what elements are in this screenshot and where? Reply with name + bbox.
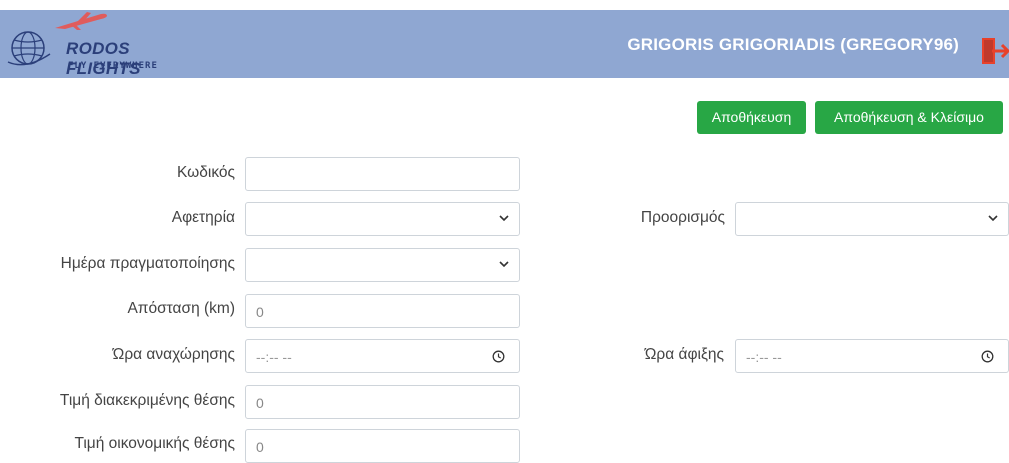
day-label: Ημέρα πραγματοποίησης bbox=[60, 255, 235, 272]
distance-label: Απόσταση (km) bbox=[127, 300, 235, 317]
economy-price-value: 0 bbox=[256, 439, 264, 455]
departure-select[interactable] bbox=[245, 202, 520, 236]
departure-time-label: Ώρα αναχώρησης bbox=[112, 346, 235, 363]
chevron-down-icon bbox=[988, 215, 998, 222]
brand-logo[interactable]: RODOS FLIGHTS FLY EVERYWHERE bbox=[6, 10, 206, 78]
destination-select[interactable] bbox=[735, 202, 1009, 236]
brand-tagline: FLY EVERYWHERE bbox=[68, 61, 158, 71]
globe-icon bbox=[7, 31, 51, 66]
economy-price-label: Τιμή οικονομικής θέσης bbox=[74, 435, 235, 452]
save-and-close-button[interactable]: Αποθήκευση & Κλείσιμο bbox=[815, 101, 1003, 134]
app-header: RODOS FLIGHTS FLY EVERYWHERE GRIGORIS GR… bbox=[0, 10, 1009, 78]
airplane-icon bbox=[55, 12, 107, 30]
brand-name: RODOS FLIGHTS bbox=[66, 39, 141, 78]
distance-input[interactable]: 0 bbox=[245, 294, 520, 328]
economy-price-input[interactable]: 0 bbox=[245, 429, 520, 463]
arrival-time-label: Ώρα άφιξης bbox=[644, 346, 724, 363]
logout-icon[interactable] bbox=[978, 36, 1009, 66]
save-button[interactable]: Αποθήκευση bbox=[697, 101, 806, 134]
chevron-down-icon bbox=[499, 215, 509, 222]
business-price-value: 0 bbox=[256, 395, 264, 411]
clock-icon[interactable] bbox=[492, 350, 505, 363]
clock-icon[interactable] bbox=[981, 350, 994, 363]
business-price-label: Τιμή διακεκριμένης θέσης bbox=[59, 392, 235, 409]
destination-label: Προορισμός bbox=[640, 209, 725, 226]
code-input[interactable] bbox=[245, 157, 520, 191]
business-price-input[interactable]: 0 bbox=[245, 385, 520, 419]
distance-value: 0 bbox=[256, 304, 264, 320]
departure-label: Αφετηρία bbox=[171, 209, 235, 226]
departure-time-placeholder: --:-- -- bbox=[256, 349, 292, 365]
chevron-down-icon bbox=[499, 261, 509, 268]
user-display-name: GRIGORIS GRIGORIADIS (GREGORY96) bbox=[627, 35, 959, 54]
arrival-time-placeholder: --:-- -- bbox=[746, 349, 782, 365]
code-label: Κωδικός bbox=[177, 164, 235, 181]
departure-time-input[interactable]: --:-- -- bbox=[245, 339, 520, 373]
day-select[interactable] bbox=[245, 248, 520, 282]
arrival-time-input[interactable]: --:-- -- bbox=[735, 339, 1009, 373]
